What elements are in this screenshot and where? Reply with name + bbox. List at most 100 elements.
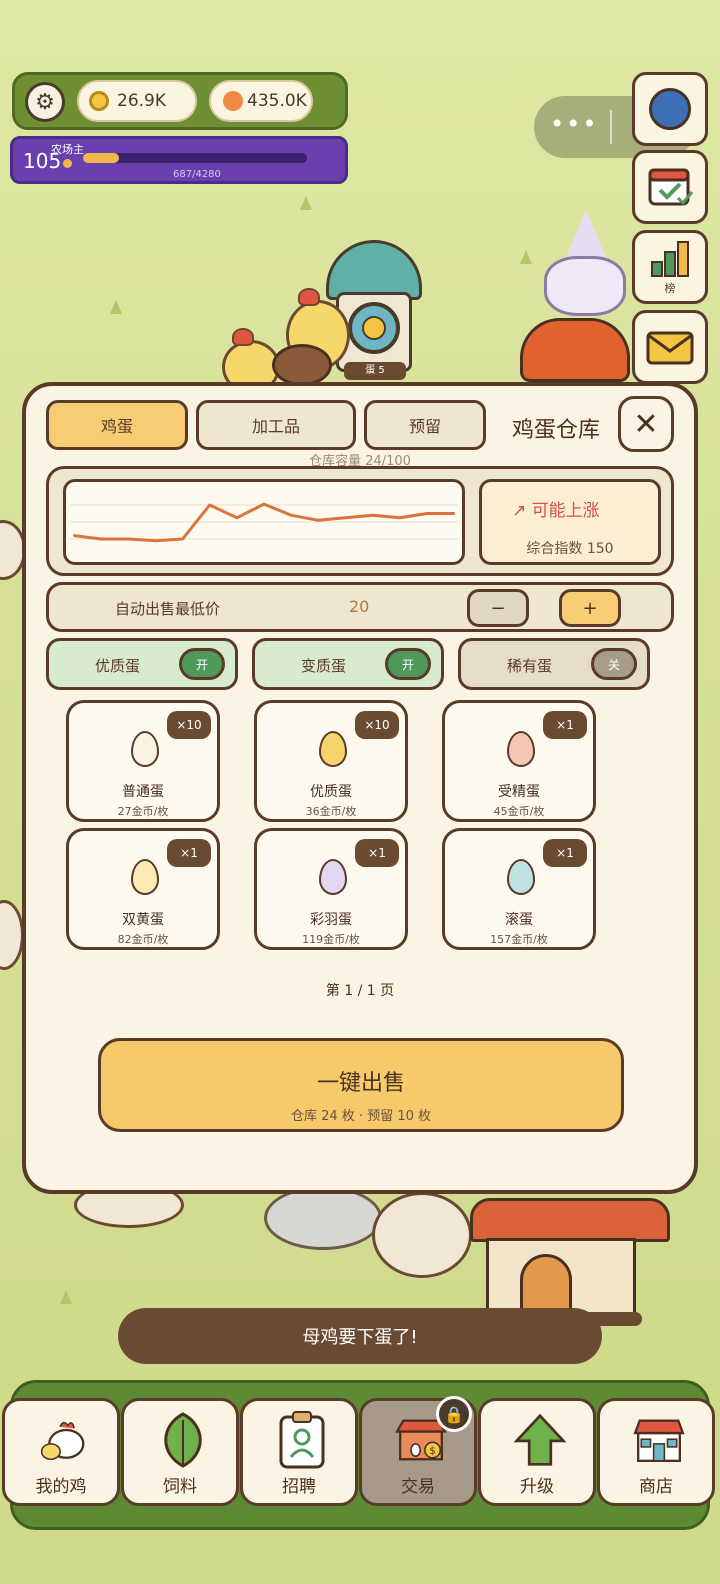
notification-toast: 母鸡要下蛋了! [118, 1308, 602, 1364]
level-title: 农场主 [51, 143, 84, 156]
toggle-switch[interactable]: 开 [179, 648, 225, 680]
egg-name: 受精蛋 [498, 784, 540, 800]
egg-icon [507, 859, 535, 895]
tab-reserved[interactable]: 预留 [364, 400, 486, 450]
barn-building[interactable] [470, 1188, 670, 1328]
tab-processed[interactable]: 加工品 [196, 400, 356, 450]
egg-quantity-badge: ×1 [167, 839, 211, 867]
egg-card-normal[interactable]: ×10 普通蛋 27金币/枚 [66, 700, 220, 822]
nav-label: 交易 [401, 1477, 435, 1497]
autosell-row: 自动出售最低价 20 − + [46, 582, 674, 632]
toggle-label: 优质蛋 [95, 657, 141, 675]
toggle-switch[interactable]: 关 [591, 648, 637, 680]
trend-index: 综合指数 150 [526, 541, 614, 557]
orange-value: 435.0K [247, 91, 307, 111]
egg-quantity-badge: ×1 [355, 839, 399, 867]
increase-button[interactable]: + [559, 589, 621, 627]
xp-progress-fill [83, 153, 119, 163]
trend-indicator: ↗ 可能上涨 综合指数 150 [479, 479, 661, 565]
price-point [371, 514, 374, 517]
price-point [99, 537, 103, 541]
egg-card-double-yolk[interactable]: ×1 双黄蛋 82金币/枚 [66, 828, 220, 950]
orange-counter[interactable]: 435.0K [209, 80, 313, 122]
leaderboard-button[interactable]: 榜 [632, 230, 708, 304]
grass-tuft [60, 1290, 72, 1304]
egg-card-fertilized[interactable]: ×1 受精蛋 45金币/枚 [442, 700, 596, 822]
globe-button[interactable] [632, 72, 708, 146]
price-point [235, 516, 239, 519]
price-point [72, 534, 76, 537]
nav-recruit[interactable]: 招聘 [240, 1398, 358, 1506]
grass-tuft [110, 300, 122, 314]
sell-all-button[interactable]: 一键出售 仓库 24 枚 · 预留 10 枚 [98, 1038, 624, 1132]
arrow-up-icon [513, 1411, 567, 1469]
resource-bar: ⚙ 26.9K 435.0K [12, 72, 348, 130]
egg-icon [507, 731, 535, 767]
price-chart-section: ↗ 可能上涨 综合指数 150 [46, 466, 674, 576]
mail-button[interactable] [632, 310, 708, 384]
egg-quantity-badge: ×10 [167, 711, 211, 739]
daily-checkin-button[interactable] [632, 150, 708, 224]
egg-price: 27金币/枚 [117, 805, 169, 818]
egg-icon [319, 731, 347, 767]
toggle-spoiled-egg[interactable]: 变质蛋 开 [252, 638, 444, 690]
shop-icon [632, 1411, 686, 1469]
leaf-icon [156, 1411, 210, 1469]
xp-text: 687/4280 [173, 169, 221, 180]
gold-coin-icon [89, 91, 109, 111]
egg-price: 82金币/枚 [117, 933, 169, 946]
decrease-button[interactable]: − [467, 589, 529, 627]
bar-chart-icon [651, 241, 689, 277]
price-point [154, 539, 157, 542]
egg-card-quality[interactable]: ×10 优质蛋 36金币/枚 [254, 700, 408, 822]
egg-name: 彩羽蛋 [310, 912, 352, 928]
egg-price: 157金币/枚 [490, 933, 548, 946]
egg-quantity-badge: ×1 [543, 839, 587, 867]
toggle-rare-egg[interactable]: 稀有蛋 关 [458, 638, 650, 690]
leaderboard-label: 榜 [664, 282, 676, 295]
chicken[interactable] [264, 1186, 382, 1250]
nav-label: 招聘 [282, 1477, 316, 1497]
nav-feed[interactable]: 饲料 [121, 1398, 239, 1506]
chicken[interactable] [272, 344, 332, 386]
price-point [317, 519, 320, 522]
nav-upgrade[interactable]: 升级 [478, 1398, 596, 1506]
more-menu-button[interactable]: ••• [550, 110, 598, 138]
panel-title: 鸡蛋仓库 [512, 418, 601, 443]
building-label: 蛋 5 [344, 362, 406, 380]
chicken-comb [298, 288, 320, 306]
price-point [398, 516, 401, 519]
wizard-chicken[interactable] [540, 210, 630, 320]
nav-label: 商店 [639, 1477, 673, 1497]
close-button[interactable]: ✕ [618, 396, 674, 452]
price-point [425, 512, 429, 515]
chicken-comb [232, 328, 254, 346]
orange-coin-icon [223, 91, 243, 111]
egg-card-rolling[interactable]: ×1 滚蛋 157金币/枚 [442, 828, 596, 950]
nav-my-chickens[interactable]: 我的鸡 [2, 1398, 120, 1506]
tab-eggs[interactable]: 鸡蛋 [46, 400, 188, 450]
egg-name: 优质蛋 [310, 784, 352, 800]
egg-machine[interactable] [520, 318, 630, 382]
nav-label: 我的鸡 [35, 1477, 87, 1497]
chicken[interactable] [372, 1192, 472, 1278]
nav-shop[interactable]: 商店 [597, 1398, 715, 1506]
sell-all-summary: 仓库 24 枚 · 预留 10 枚 [290, 1109, 431, 1124]
price-point [344, 516, 347, 519]
gold-counter[interactable]: 26.9K [77, 80, 197, 122]
egg-quantity-badge: ×1 [543, 711, 587, 739]
toggle-quality-egg[interactable]: 优质蛋 开 [46, 638, 238, 690]
level-bar[interactable]: 105 农场主 687/4280 [10, 136, 348, 184]
egg-name: 滚蛋 [505, 912, 533, 928]
xp-progress-track [83, 153, 307, 163]
price-point [181, 537, 184, 541]
egg-warehouse-panel: 鸡蛋 加工品 预留 鸡蛋仓库 ✕ 仓库容量 24/100 ↗ 可能上涨 综合指数… [22, 382, 698, 1194]
settings-button[interactable]: ⚙ [25, 82, 65, 122]
egg-name: 双黄蛋 [122, 912, 164, 928]
svg-text:$: $ [429, 1446, 435, 1457]
egg-quantity-badge: ×10 [355, 711, 399, 739]
egg-card-rainbow[interactable]: ×1 彩羽蛋 119金币/枚 [254, 828, 408, 950]
toggle-label: 变质蛋 [301, 657, 347, 675]
toggle-switch[interactable]: 开 [385, 648, 431, 680]
egg-name: 普通蛋 [122, 784, 164, 800]
